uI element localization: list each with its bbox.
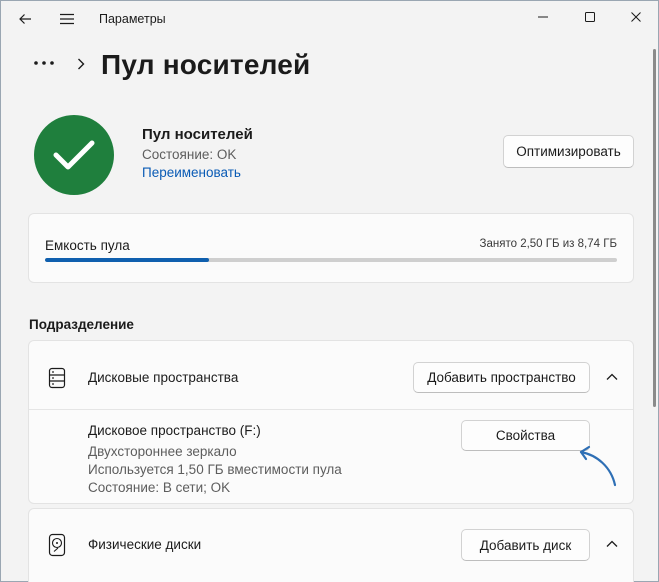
- storage-space-type: Двухстороннее зеркало: [88, 444, 237, 459]
- checkmark-icon: [53, 140, 95, 170]
- pool-state: Состояние: OK: [142, 147, 237, 162]
- storage-space-usage: Используется 1,50 ГБ вместимости пула: [88, 462, 342, 477]
- navigation-menu-button[interactable]: [53, 7, 81, 31]
- breadcrumb-more-button[interactable]: [29, 53, 59, 73]
- minimize-icon: [538, 16, 548, 18]
- hard-disk-icon: [48, 533, 66, 557]
- capacity-used-text: Занято 2,50 ГБ из 8,74 ГБ: [479, 238, 617, 250]
- storage-space-state: Состояние: В сети; OK: [88, 480, 231, 495]
- close-button[interactable]: [621, 5, 651, 29]
- capacity-label: Емкость пула: [45, 238, 130, 253]
- back-arrow-icon: [19, 14, 31, 24]
- more-dots-icon: [34, 61, 54, 65]
- storage-spaces-label: Дисковые пространства: [88, 370, 239, 385]
- app-title: Параметры: [99, 12, 166, 26]
- capacity-progress-bar: [45, 258, 617, 262]
- annotation-arrow-icon: [579, 445, 617, 487]
- rename-link[interactable]: Переименовать: [142, 165, 241, 180]
- storage-stack-icon: [48, 367, 66, 389]
- scrollbar[interactable]: [653, 49, 656, 407]
- physical-disks-card[interactable]: Физические диски Добавить диск: [28, 508, 634, 582]
- pool-name: Пул носителей: [142, 126, 253, 143]
- optimize-button[interactable]: Оптимизировать: [503, 135, 634, 168]
- maximize-button[interactable]: [575, 5, 605, 29]
- section-title-subdivision: Подразделение: [29, 317, 134, 332]
- close-icon: [631, 12, 641, 22]
- back-button[interactable]: [11, 7, 39, 31]
- storage-spaces-header[interactable]: Дисковые пространства Добавить пространс…: [29, 341, 633, 410]
- page-title: Пул носителей: [101, 49, 311, 80]
- add-disk-button[interactable]: Добавить диск: [461, 529, 590, 561]
- storage-space-name: Дисковое пространство (F:): [88, 423, 261, 438]
- capacity-progress-fill: [45, 258, 209, 262]
- status-indicator: [34, 115, 114, 195]
- chevron-up-icon[interactable]: [605, 371, 619, 383]
- chevron-up-icon[interactable]: [605, 538, 619, 550]
- chevron-right-icon: [78, 58, 85, 70]
- physical-disks-label: Физические диски: [88, 537, 202, 552]
- hamburger-menu-icon: [60, 13, 74, 25]
- title-bar: Параметры: [1, 1, 658, 37]
- storage-spaces-card: Дисковые пространства Добавить пространс…: [28, 340, 634, 504]
- capacity-card: Емкость пула Занято 2,50 ГБ из 8,74 ГБ: [28, 213, 634, 283]
- add-space-button[interactable]: Добавить пространство: [413, 362, 590, 393]
- minimize-button[interactable]: [528, 5, 558, 29]
- maximize-icon: [585, 12, 595, 22]
